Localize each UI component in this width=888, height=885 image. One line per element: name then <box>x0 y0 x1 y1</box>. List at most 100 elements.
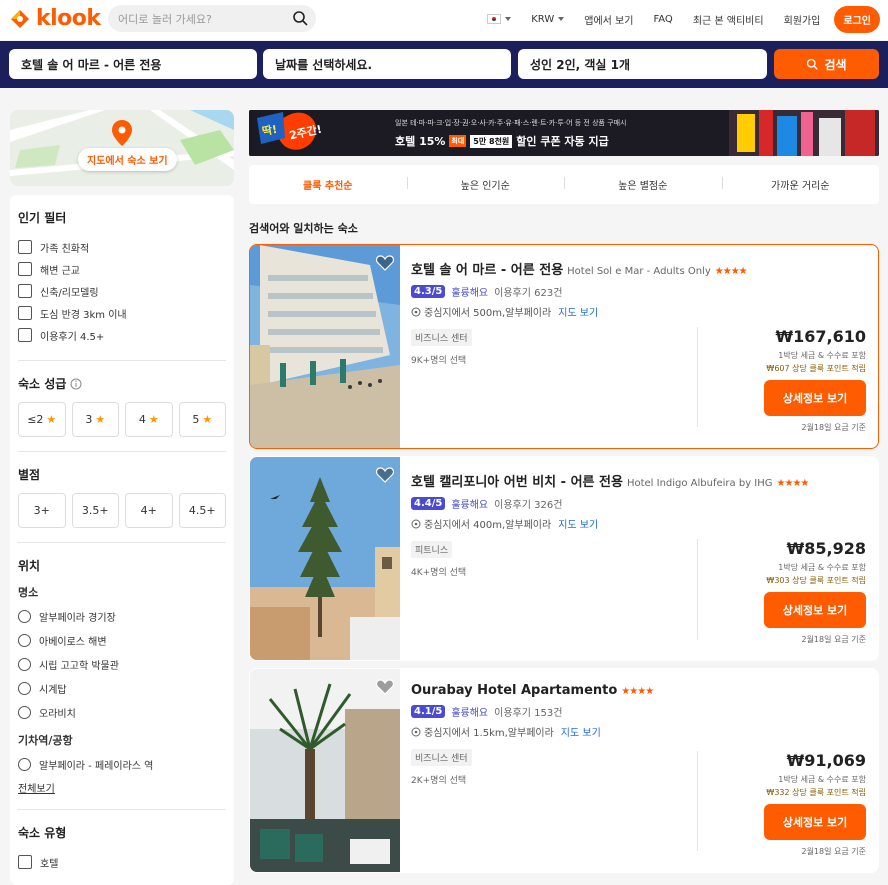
checkbox[interactable] <box>18 328 32 342</box>
grade-chip-2[interactable]: ≤2 ★ <box>18 402 66 437</box>
grade-chip-4[interactable]: 4 ★ <box>125 402 173 437</box>
radio-button[interactable] <box>18 609 31 623</box>
points-note: ₩303 상당 클룩 포인트 적립 <box>766 576 866 585</box>
selection-count: 2K+명의 선택 <box>411 776 467 786</box>
checkbox[interactable] <box>18 240 32 254</box>
price-tax-note: 1박당 세금 & 수수료 포함 <box>778 351 866 360</box>
radio-button[interactable] <box>18 633 31 647</box>
radio-button[interactable] <box>18 705 31 719</box>
grade-chip-3[interactable]: 3 ★ <box>71 402 119 437</box>
landmark-radio-beach[interactable]: 아베이로스 해변 <box>18 628 226 652</box>
klook-logo[interactable]: klook <box>8 6 101 31</box>
destination-field[interactable]: 호텔 솔 어 마르 - 어른 전용 <box>9 49 257 79</box>
promo-banner[interactable]: 딱! 2주간! 일본 테·마·파·크·입·장·권·오·사·카·주·유·패·스·렌… <box>249 110 879 156</box>
filter-checkbox-downtown[interactable]: 도심 반경 3km 이내 <box>18 302 226 324</box>
login-button[interactable]: 로그인 <box>834 5 880 33</box>
price-box: ₩85,928 1박당 세금 & 수수료 포함 ₩303 상당 클룩 포인트 적… <box>764 539 866 645</box>
details-button[interactable]: 상세정보 보기 <box>764 804 866 840</box>
chip-label: 3 <box>85 413 93 426</box>
location-row: 중심지에서 500m,알부페이라 지도 보기 <box>411 304 711 319</box>
hotel-name[interactable]: Ourabay Hotel Apartamento <box>411 683 617 698</box>
station-radio-ferreiras[interactable]: 알부페이라 - 페레이라스 역 <box>18 752 226 776</box>
rating-score: 4.1/5 <box>411 705 446 718</box>
radio-button[interactable] <box>18 757 31 771</box>
heart-icon[interactable] <box>376 467 394 483</box>
chevron-down-icon <box>558 17 565 21</box>
hotel-card[interactable]: 호텔 솔 어 마르 - 어른 전용 Hotel Sol e Mar - Adul… <box>249 244 879 449</box>
top-search-input[interactable]: 어디로 놀러 가세요? <box>108 5 316 32</box>
type-checkbox-hotel[interactable]: 호텔 <box>18 851 226 873</box>
sort-option-recommended[interactable]: 클룩 추천순 <box>249 177 407 192</box>
hotel-card[interactable]: 호텔 캘리포니아 어번 비치 - 어른 전용 Hotel Indigo Albu… <box>249 456 879 661</box>
hotel-info: 호텔 캘리포니아 어번 비치 - 어른 전용 Hotel Indigo Albu… <box>411 471 809 578</box>
map-view-link[interactable]: 지도 보기 <box>558 304 598 319</box>
landmark-radio-museum[interactable]: 시립 고고학 박물관 <box>18 652 226 676</box>
landmark-radio-stadium[interactable]: 알부페이라 경기장 <box>18 604 226 628</box>
radio-label: 시계탑 <box>39 684 67 696</box>
view-map-button[interactable]: 지도에서 숙소 보기 <box>78 148 177 171</box>
grade-chip-5[interactable]: 5 ★ <box>178 402 226 437</box>
details-button[interactable]: 상세정보 보기 <box>764 380 866 416</box>
nav-signup[interactable]: 회원가입 <box>784 12 821 27</box>
hotel-name[interactable]: 호텔 캘리포니아 어번 비치 - 어른 전용 <box>411 471 623 490</box>
checkbox[interactable] <box>18 262 32 276</box>
type-filter-title: 숙소 유형 <box>18 826 67 840</box>
nav-recent-activities[interactable]: 최근 본 액티비티 <box>693 12 764 27</box>
radio-button[interactable] <box>18 657 31 671</box>
landmark-radio-clocktower[interactable]: 시계탑 <box>18 676 226 700</box>
logo-text: klook <box>36 6 101 31</box>
location-pin-icon <box>411 727 421 736</box>
guests-field[interactable]: 성인 2인, 객실 1개 <box>518 49 767 79</box>
filter-checkbox-beach[interactable]: 해변 근교 <box>18 258 226 280</box>
info-icon[interactable] <box>70 378 82 390</box>
map-view-link[interactable]: 지도 보기 <box>558 516 598 531</box>
rating-chip-3[interactable]: 3+ <box>18 493 66 528</box>
rating-chip-3-5[interactable]: 3.5+ <box>71 493 119 528</box>
nav-faq[interactable]: FAQ <box>653 14 672 25</box>
rating-chip-4[interactable]: 4+ <box>125 493 173 528</box>
checkbox[interactable] <box>18 284 32 298</box>
map-view-link[interactable]: 지도 보기 <box>561 724 601 739</box>
rating-score: 4.4/5 <box>411 497 446 510</box>
filter-checkbox-family[interactable]: 가족 친화적 <box>18 236 226 258</box>
price-tax-note: 1박당 세금 & 수수료 포함 <box>778 775 866 784</box>
hotel-name[interactable]: 호텔 솔 어 마르 - 어른 전용 <box>411 259 563 278</box>
nav-app[interactable]: 앱에서 보기 <box>584 12 633 27</box>
sort-option-popular[interactable]: 높은 인기순 <box>406 177 565 192</box>
map-preview[interactable]: 지도에서 숙소 보기 <box>10 110 234 186</box>
rating-chip-4-5[interactable]: 4.5+ <box>178 493 226 528</box>
divider <box>18 542 226 543</box>
search-button[interactable]: 검색 <box>774 49 879 79</box>
checkbox-label: 해변 근교 <box>40 265 80 277</box>
checkbox[interactable] <box>18 855 32 869</box>
landmark-subtitle: 명소 <box>18 586 39 599</box>
currency-selector[interactable]: KRW <box>531 14 565 25</box>
banner-main-line: 호텔 15% 최대 5만 8천원 할인 쿠폰 자동 지급 <box>395 133 609 149</box>
sort-option-rating[interactable]: 높은 별점순 <box>564 177 722 192</box>
hotel-english-name: Hotel Sol e Mar - Adults Only <box>567 266 711 277</box>
location-pin-icon <box>411 519 421 528</box>
price-date-note: 2월18일 요금 기준 <box>801 847 866 856</box>
landmark-radio-orabeach[interactable]: 오라비치 <box>18 700 226 724</box>
date-field[interactable]: 날짜를 선택하세요. <box>263 49 511 79</box>
checkbox[interactable] <box>18 306 32 320</box>
language-selector[interactable] <box>487 14 512 24</box>
checkbox-label: 가족 친화적 <box>40 243 90 255</box>
details-button[interactable]: 상세정보 보기 <box>764 592 866 628</box>
see-all-link[interactable]: 전체보기 <box>18 780 226 795</box>
hotel-card[interactable]: Ourabay Hotel Apartamento ★★★★ 4.1/5 훌륭해… <box>249 668 879 873</box>
divider <box>18 809 226 810</box>
filter-checkbox-reviews[interactable]: 이용후기 4.5+ <box>18 324 226 346</box>
heart-icon[interactable] <box>376 255 394 271</box>
radio-button[interactable] <box>18 681 31 695</box>
search-bar: 호텔 솔 어 마르 - 어른 전용 날짜를 선택하세요. 성인 2인, 객실 1… <box>0 41 888 88</box>
sort-option-distance[interactable]: 가까운 거리순 <box>721 177 880 192</box>
hotel-photo-art <box>250 669 400 872</box>
heart-icon[interactable] <box>376 679 394 695</box>
banner-max-badge: 최대 <box>449 135 467 147</box>
search-icon[interactable] <box>292 10 308 26</box>
divider <box>18 360 226 361</box>
points-note: ₩607 상당 클룩 포인트 적립 <box>766 364 866 373</box>
hotel-photo <box>250 457 400 660</box>
filter-checkbox-new[interactable]: 신축/리모델링 <box>18 280 226 302</box>
